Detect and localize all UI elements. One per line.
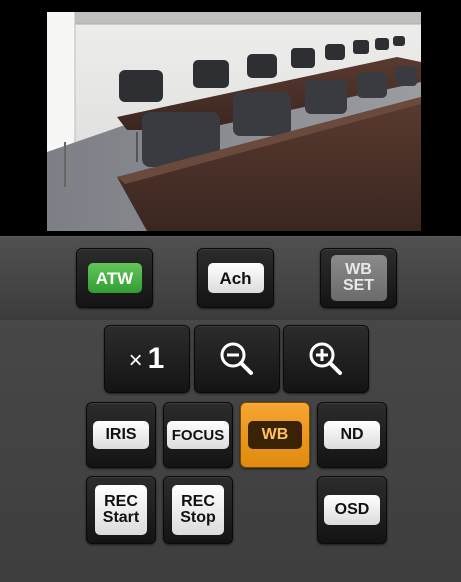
rec-start-label: REC Start (95, 485, 147, 535)
focus-button[interactable]: FOCUS (163, 402, 233, 468)
rec-start-button[interactable]: REC Start (86, 476, 156, 544)
wb-set-line1: WB (345, 261, 372, 278)
zoom-in-button[interactable] (283, 325, 369, 393)
osd-label: OSD (324, 495, 380, 525)
wb-button[interactable]: WB (240, 402, 310, 468)
wb-set-button[interactable]: WB SET (320, 248, 397, 308)
rec-start-line1: REC (104, 493, 138, 510)
zoom-out-button[interactable] (194, 325, 280, 393)
focus-label: FOCUS (167, 421, 229, 449)
wb-set-label: WB SET (330, 255, 387, 301)
nd-label: ND (324, 421, 380, 449)
rec-stop-label: REC Stop (172, 485, 224, 535)
iris-label: IRIS (93, 421, 149, 449)
rec-start-line2: Start (102, 509, 140, 526)
rec-stop-button[interactable]: REC Stop (163, 476, 233, 544)
atw-label: ATW (87, 263, 142, 293)
nd-button[interactable]: ND (317, 402, 387, 468)
osd-button[interactable]: OSD (317, 476, 387, 544)
iris-button[interactable]: IRIS (86, 402, 156, 468)
video-area (0, 0, 461, 236)
multiplier-symbol: × (128, 347, 144, 374)
wb-label: WB (248, 421, 302, 449)
magnifier-plus-icon (309, 342, 342, 375)
rec-stop-line1: REC (181, 493, 215, 510)
wb-set-line2: SET (342, 277, 375, 294)
conference-room-image (47, 12, 421, 231)
multiplier-value: 1 (147, 342, 166, 375)
magnifier-minus-icon (220, 342, 253, 375)
zoom-multiplier-button[interactable]: × 1 (104, 325, 190, 393)
zoom-multiplier-display: × 1 (129, 342, 166, 376)
ach-button[interactable]: Ach (197, 248, 274, 308)
white-balance-bar: ATW Ach WB SET (0, 236, 461, 322)
rec-stop-line2: Stop (180, 509, 216, 526)
atw-button[interactable]: ATW (76, 248, 153, 308)
ach-label: Ach (207, 263, 264, 293)
live-video-preview[interactable] (47, 12, 421, 231)
control-panel: × 1 IRIS FOCUS WB ND REC Start REC Stop … (0, 320, 461, 582)
camera-remote-app: ATW Ach WB SET × 1 IRIS FOCUS WB ND REC … (0, 0, 461, 582)
